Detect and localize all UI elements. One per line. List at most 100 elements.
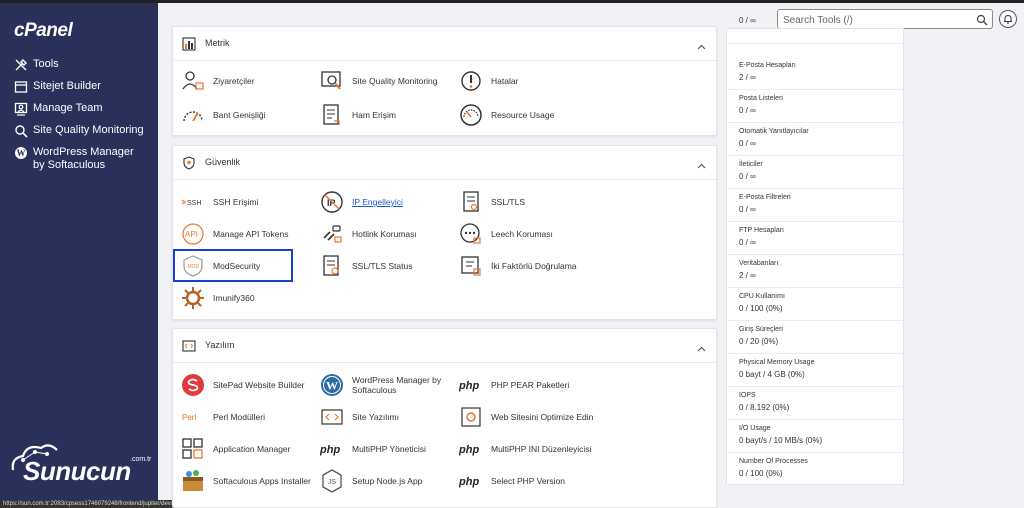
svg-text:php: php (320, 444, 340, 456)
section-header[interactable]: Yazılım (173, 329, 716, 363)
notifications-button[interactable] (999, 10, 1017, 28)
stat-row: Physical Memory Usage 0 bayt / 4 GB (0%) (727, 354, 905, 387)
nodejs-icon: JS (320, 469, 344, 493)
tool-manage-api-tokens[interactable]: API Manage API Tokens (181, 218, 288, 250)
stat-label: I/O Usage (739, 425, 771, 432)
site-quality-icon (320, 69, 344, 93)
tool-multiphp-manager[interactable]: php MultiPHP Yöneticisi (319, 433, 426, 465)
resource-usage-icon (459, 103, 483, 127)
section-header[interactable]: Güvenlik (173, 146, 716, 180)
chevron-up-icon[interactable] (697, 39, 706, 50)
sidebar-item-sitejet[interactable]: Sitejet Builder (0, 77, 158, 99)
stat-value: 0 / ∞ (739, 106, 756, 115)
sitepad-icon (181, 373, 205, 397)
tool-multiphp-ini-editor[interactable]: php MultiPHP INI Düzenleyicisi (458, 433, 591, 465)
section-metrik: Metrik Ziyaretçiler Site Quality Monitor… (172, 26, 717, 136)
tool-site-software[interactable]: Site Yazılımı (320, 401, 399, 433)
tool-resource-usage[interactable]: Resource Usage (459, 99, 554, 131)
stat-row: IOPS 0 / 8.192 (0%) (727, 387, 905, 420)
sidebar-item-label: Manage Team (33, 102, 103, 114)
wordpress-icon: W (320, 373, 344, 397)
sidebar-item-label: Site Quality Monitoring (33, 124, 144, 136)
chevron-up-icon[interactable] (697, 341, 706, 352)
ssl-status-icon (320, 254, 344, 278)
visitors-icon (181, 69, 205, 93)
stat-label: CPU Kullanımı (739, 293, 785, 300)
stat-row: Giriş Süreçleri 0 / 20 (0%) (727, 321, 905, 354)
php-icon: php (458, 469, 483, 493)
stat-value: 2 / ∞ (739, 73, 756, 82)
highlight-selection-box (173, 249, 293, 282)
errors-icon (459, 69, 483, 93)
stat-label: E-Posta Hesapları (739, 62, 796, 69)
imunify-icon (181, 286, 205, 310)
tool-ssh-access[interactable]: SSH SSH Erişimi (181, 186, 258, 218)
svg-text:W: W (326, 379, 338, 393)
stat-label: Veritabanları (739, 260, 779, 267)
tool-optimize-website[interactable]: Web Sitesini Optimize Edin (459, 401, 593, 433)
ssh-icon: SSH (181, 190, 205, 214)
tool-softaculous[interactable]: Softaculous Apps Installer (181, 465, 311, 497)
stat-row: E-Posta Filtreleri 0 / ∞ (727, 189, 905, 222)
tool-wordpress-manager[interactable]: W WordPress Manager by Softaculous (320, 369, 452, 401)
sidebar-item-site-quality[interactable]: Site Quality Monitoring (0, 121, 158, 143)
ip-blocker-icon: IP (320, 190, 344, 214)
tool-errors[interactable]: Hatalar (459, 65, 518, 97)
stat-row: Veritabanları 2 / ∞ (727, 255, 905, 288)
tool-site-quality-monitoring[interactable]: Site Quality Monitoring (320, 65, 438, 97)
chart-icon (182, 37, 196, 51)
stat-row: E-Posta Hesapları 2 / ∞ (727, 57, 905, 90)
tool-ssl-tls-status[interactable]: SSL/TLS Status (320, 250, 412, 282)
leech-icon (459, 222, 483, 246)
stat-value: 0 / ∞ (739, 205, 756, 214)
stat-row: CPU Kullanımı 0 / 100 (0%) (727, 288, 905, 321)
stat-label: FTP Hesapları (739, 227, 784, 234)
tool-ip-blocker[interactable]: IP IP Engelleyici (320, 186, 403, 218)
sidebar-item-tools[interactable]: Tools (0, 55, 158, 77)
chevron-up-icon[interactable] (697, 158, 706, 169)
tool-setup-nodejs[interactable]: JS Setup Node.js App (320, 465, 422, 497)
stat-label: E-Posta Filtreleri (739, 194, 791, 201)
tool-php-pear[interactable]: php PHP PEAR Paketleri (458, 369, 569, 401)
tool-select-php-version[interactable]: php Select PHP Version (458, 465, 565, 497)
section-title: Metrik (205, 38, 230, 48)
magnifier-icon (14, 124, 28, 138)
tool-sitepad[interactable]: SitePad Website Builder (181, 369, 305, 401)
stat-value: 0 bayt/s / 10 MB/s (0%) (739, 436, 823, 445)
section-yazilim: Yazılım SitePad Website Builder W WordPr… (172, 328, 717, 508)
stat-label: Giriş Süreçleri (739, 326, 783, 333)
stat-value: 0 / ∞ (739, 238, 756, 247)
svg-text:php: php (459, 380, 479, 392)
sitejet-icon (14, 80, 28, 94)
tool-application-manager[interactable]: Application Manager (181, 433, 291, 465)
stat-label: Posta Listeleri (739, 95, 783, 102)
tool-hotlink-protection[interactable]: Hotlink Koruması (320, 218, 417, 250)
stat-row: 0 / ∞ (727, 11, 905, 44)
softaculous-icon (181, 469, 205, 493)
tool-leech-protection[interactable]: Leech Koruması (459, 218, 553, 250)
cpanel-logo[interactable]: cPanel (14, 20, 73, 42)
ssl-icon (459, 190, 483, 214)
stat-row: Posta Listeleri 0 / ∞ (727, 90, 905, 123)
tool-imunify360[interactable]: Imunify360 (181, 282, 255, 314)
tool-raw-access[interactable]: Ham Erişim (320, 99, 396, 131)
section-header[interactable]: Metrik (173, 27, 716, 61)
tool-visitors[interactable]: Ziyaretçiler (181, 65, 255, 97)
stat-value: 0 bayt / 4 GB (0%) (739, 370, 805, 379)
stat-value: 0 / ∞ (739, 172, 756, 181)
tool-two-factor-auth[interactable]: İki Faktörlü Doğrulama (459, 250, 577, 282)
tool-ssl-tls[interactable]: SSL/TLS (459, 186, 525, 218)
search-icon[interactable] (976, 13, 988, 26)
tool-bandwidth[interactable]: Bant Genişliği (181, 99, 265, 131)
brand-domain: .com.tr (130, 456, 152, 463)
stat-value: 0 / 20 (0%) (739, 337, 779, 346)
section-guvenlik: Güvenlik SSH SSH Erişimi IP IP Engelleyi… (172, 145, 717, 320)
tool-perl-modules[interactable]: Perl Perl Modülleri (181, 401, 265, 433)
sidebar-item-wordpress[interactable]: W WordPress Manager by Softaculous (0, 143, 158, 177)
stat-label: Physical Memory Usage (739, 359, 815, 366)
sidebar-item-manage-team[interactable]: Manage Team (0, 99, 158, 121)
svg-text:W: W (17, 148, 26, 158)
stat-value: 0 / ∞ (739, 16, 756, 25)
stat-label: Otomatik Yanıtlayıcılar (739, 128, 809, 135)
stat-value: 2 / ∞ (739, 271, 756, 280)
